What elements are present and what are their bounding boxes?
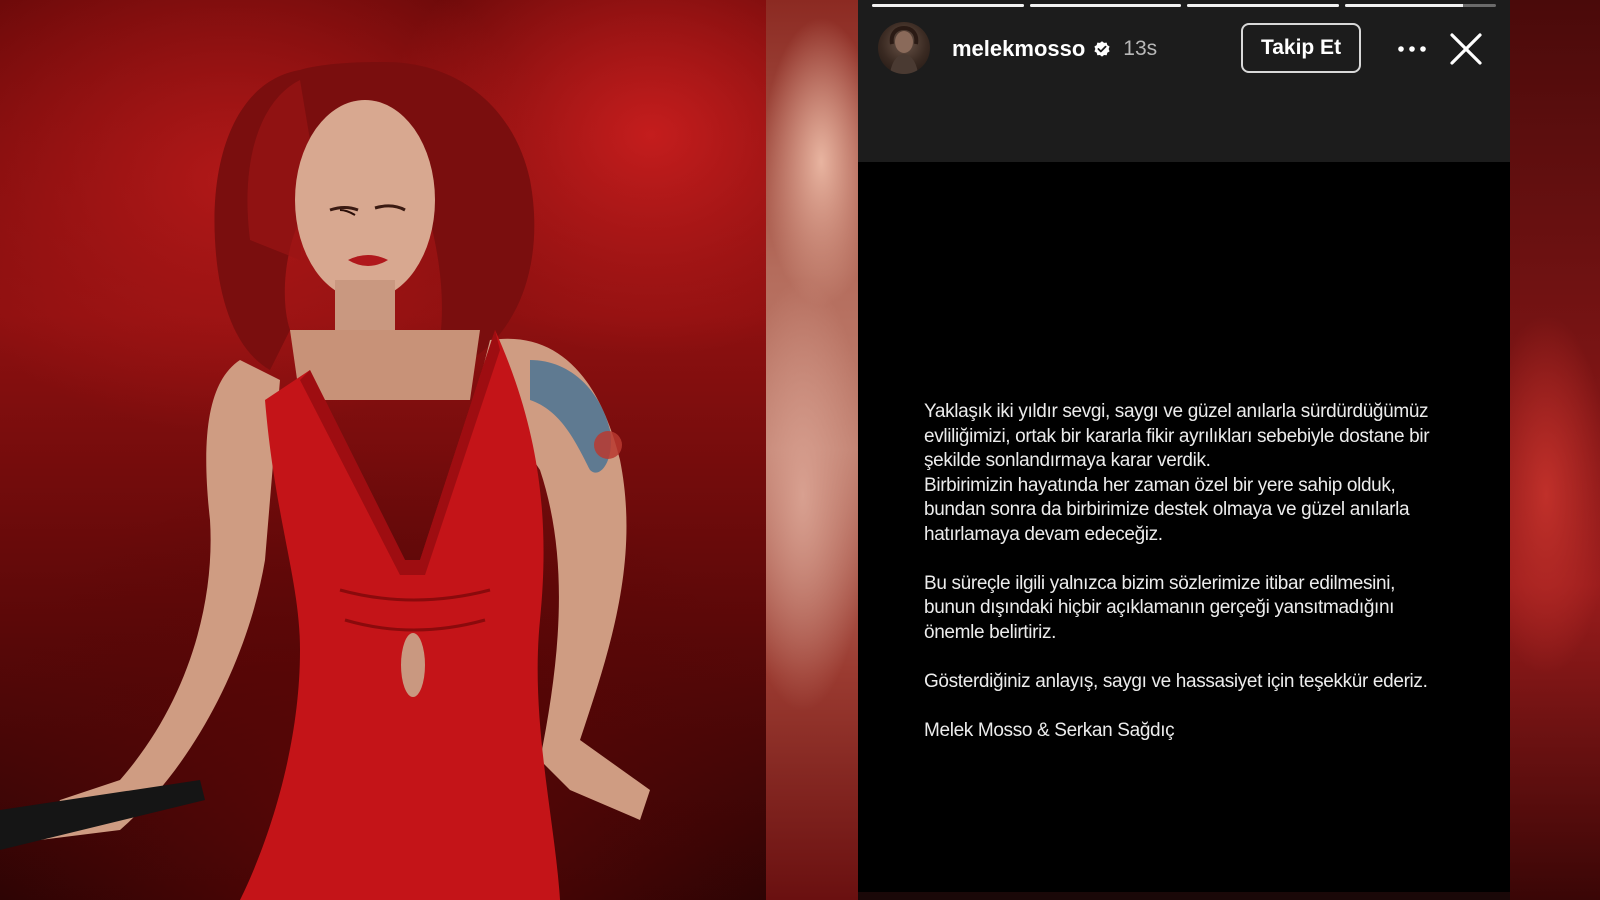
story-timestamp: 13s [1123, 37, 1158, 60]
follow-button[interactable]: Takip Et [1241, 23, 1361, 73]
story-progress-fill [1187, 4, 1339, 7]
story-progress-fill [1029, 4, 1181, 7]
story-progress-segment [1029, 4, 1181, 7]
story-header: melekmosso 13s Takip Et [858, 0, 1510, 162]
more-options-icon[interactable] [1395, 36, 1429, 62]
story-text-content: Yaklaşık iki yıldır sevgi, saygı ve güze… [924, 400, 1464, 743]
story-progress-segment [1344, 4, 1496, 7]
story-progress-segment [872, 4, 1024, 7]
avatar-image [889, 25, 919, 74]
story-signature: Melek Mosso & Serkan Sağdıç [924, 719, 1175, 741]
story-progress-segment [1187, 4, 1339, 7]
story-progress-fill [1344, 4, 1463, 7]
performer-illustration [0, 61, 650, 900]
profile-avatar[interactable] [878, 22, 930, 74]
story-paragraph-1: Yaklaşık iki yıldır sevgi, saygı ve güze… [924, 401, 1430, 545]
close-icon[interactable] [1448, 31, 1484, 67]
username[interactable]: melekmosso [952, 36, 1085, 62]
story-author-row: melekmosso 13s [952, 34, 1157, 64]
verified-badge-icon [1094, 41, 1110, 57]
instagram-story: melekmosso 13s Takip Et Yaklaşık iki yıl… [858, 0, 1510, 892]
blurred-background-strip-right [1510, 0, 1600, 900]
composite-image: melekmosso 13s Takip Et Yaklaşık iki yıl… [0, 0, 1600, 900]
story-paragraph-3: Gösterdiğiniz anlayış, saygı ve hassasiy… [924, 670, 1428, 692]
blurred-background-strip [766, 0, 858, 900]
story-paragraph-2: Bu süreçle ilgili yalnızca bizim sözleri… [924, 572, 1396, 643]
story-progress-bars [872, 4, 1496, 7]
performer-photo [0, 0, 766, 900]
story-progress-fill [872, 4, 1024, 7]
